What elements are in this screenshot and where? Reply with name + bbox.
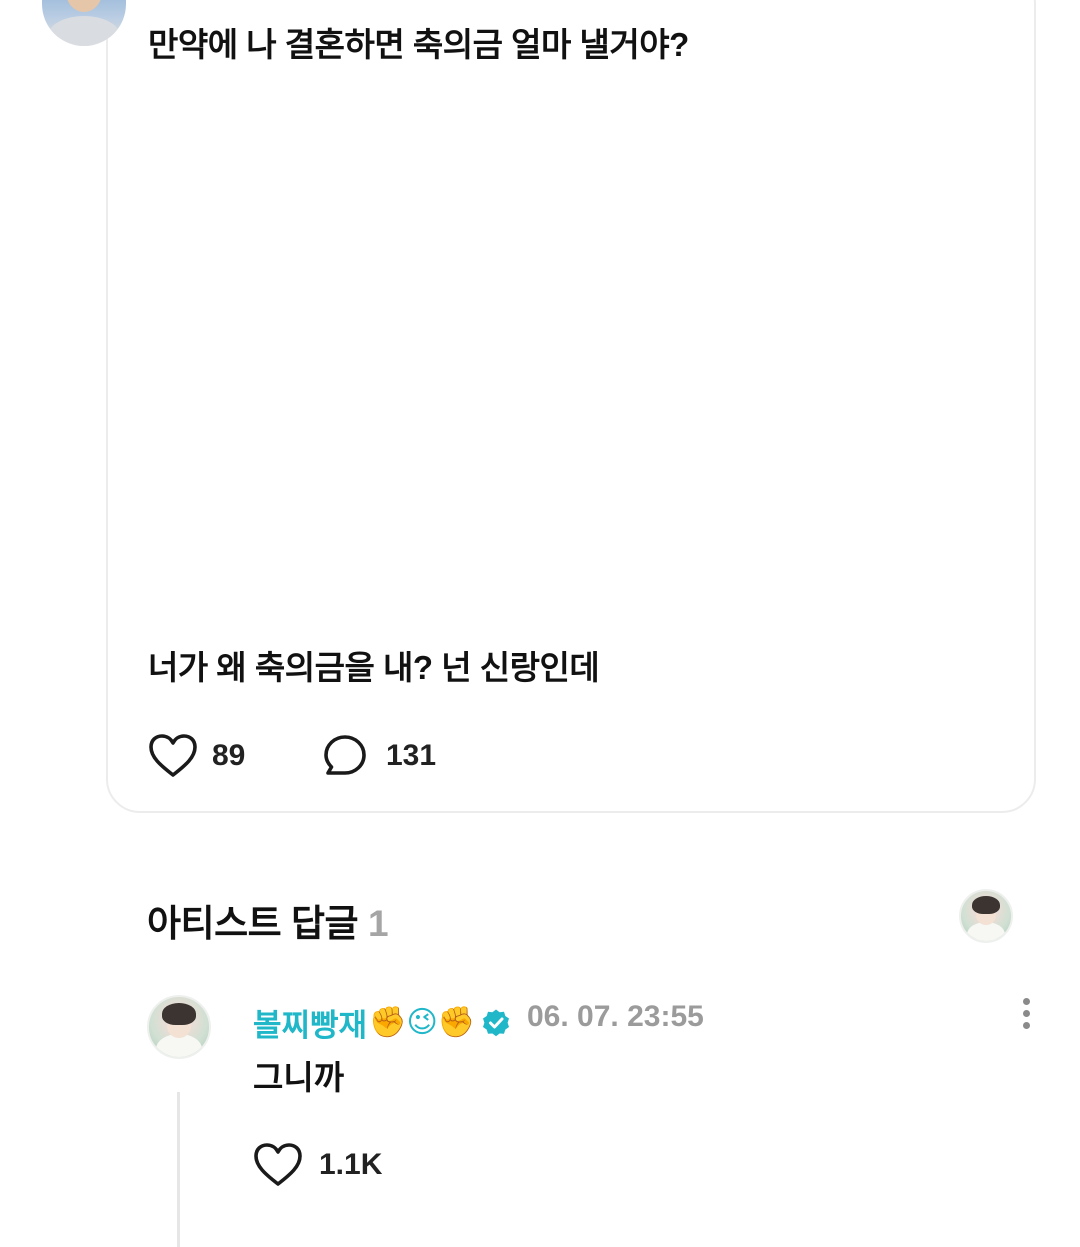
reply-author-avatar[interactable]: [147, 995, 211, 1059]
artist-replies-count: 1: [368, 903, 389, 944]
more-dot: [1022, 998, 1030, 1005]
reply-timestamp: 06. 07. 23:55: [527, 1000, 704, 1033]
avatar-shirt: [48, 16, 120, 46]
post-card[interactable]: [106, 0, 1036, 813]
post-answer: 너가 왜 축의금을 내? 넌 신랑인데: [148, 649, 600, 686]
more-dot: [1022, 1022, 1030, 1029]
reply-author-name: 볼찌빵재: [253, 1008, 368, 1043]
speech-bubble-icon: [324, 735, 366, 775]
reply-like-count: 1.1K: [319, 1148, 383, 1181]
verified-badge-icon: [483, 1009, 510, 1036]
reply-text: 그니까: [253, 1059, 345, 1096]
avatar-hair: [972, 896, 1000, 914]
reply-like-button[interactable]: 1.1K: [253, 1142, 382, 1188]
post-like-count: 89: [212, 739, 246, 772]
post-like-button[interactable]: 89: [148, 733, 245, 779]
heart-outline-icon: [254, 1143, 302, 1186]
more-vertical-icon[interactable]: [1016, 998, 1036, 1038]
avatar-face: [66, 0, 102, 12]
artist-replies-title: 아티스트 답글: [147, 903, 359, 944]
post-question: 만약에 나 결혼하면 축의금 얼마 낼거야?: [148, 26, 689, 63]
avatar-body: [967, 922, 1005, 941]
heart-outline-icon: [149, 734, 197, 777]
avatar-hair: [162, 1003, 196, 1025]
reply-author-emojis: ✊😉✊: [369, 1005, 476, 1040]
avatar-body: [156, 1034, 202, 1057]
artist-avatar-small[interactable]: [959, 889, 1013, 943]
reply-author[interactable]: 볼찌빵재 ✊😉✊: [253, 1000, 511, 1045]
post-comment-button[interactable]: 131: [322, 733, 436, 779]
more-dot: [1022, 1010, 1030, 1017]
post-comment-count: 131: [386, 739, 437, 772]
artist-replies-heading: 아티스트 답글 1: [147, 893, 389, 947]
reply-thread-line: [177, 1092, 180, 1247]
post-author-avatar[interactable]: [42, 0, 126, 46]
